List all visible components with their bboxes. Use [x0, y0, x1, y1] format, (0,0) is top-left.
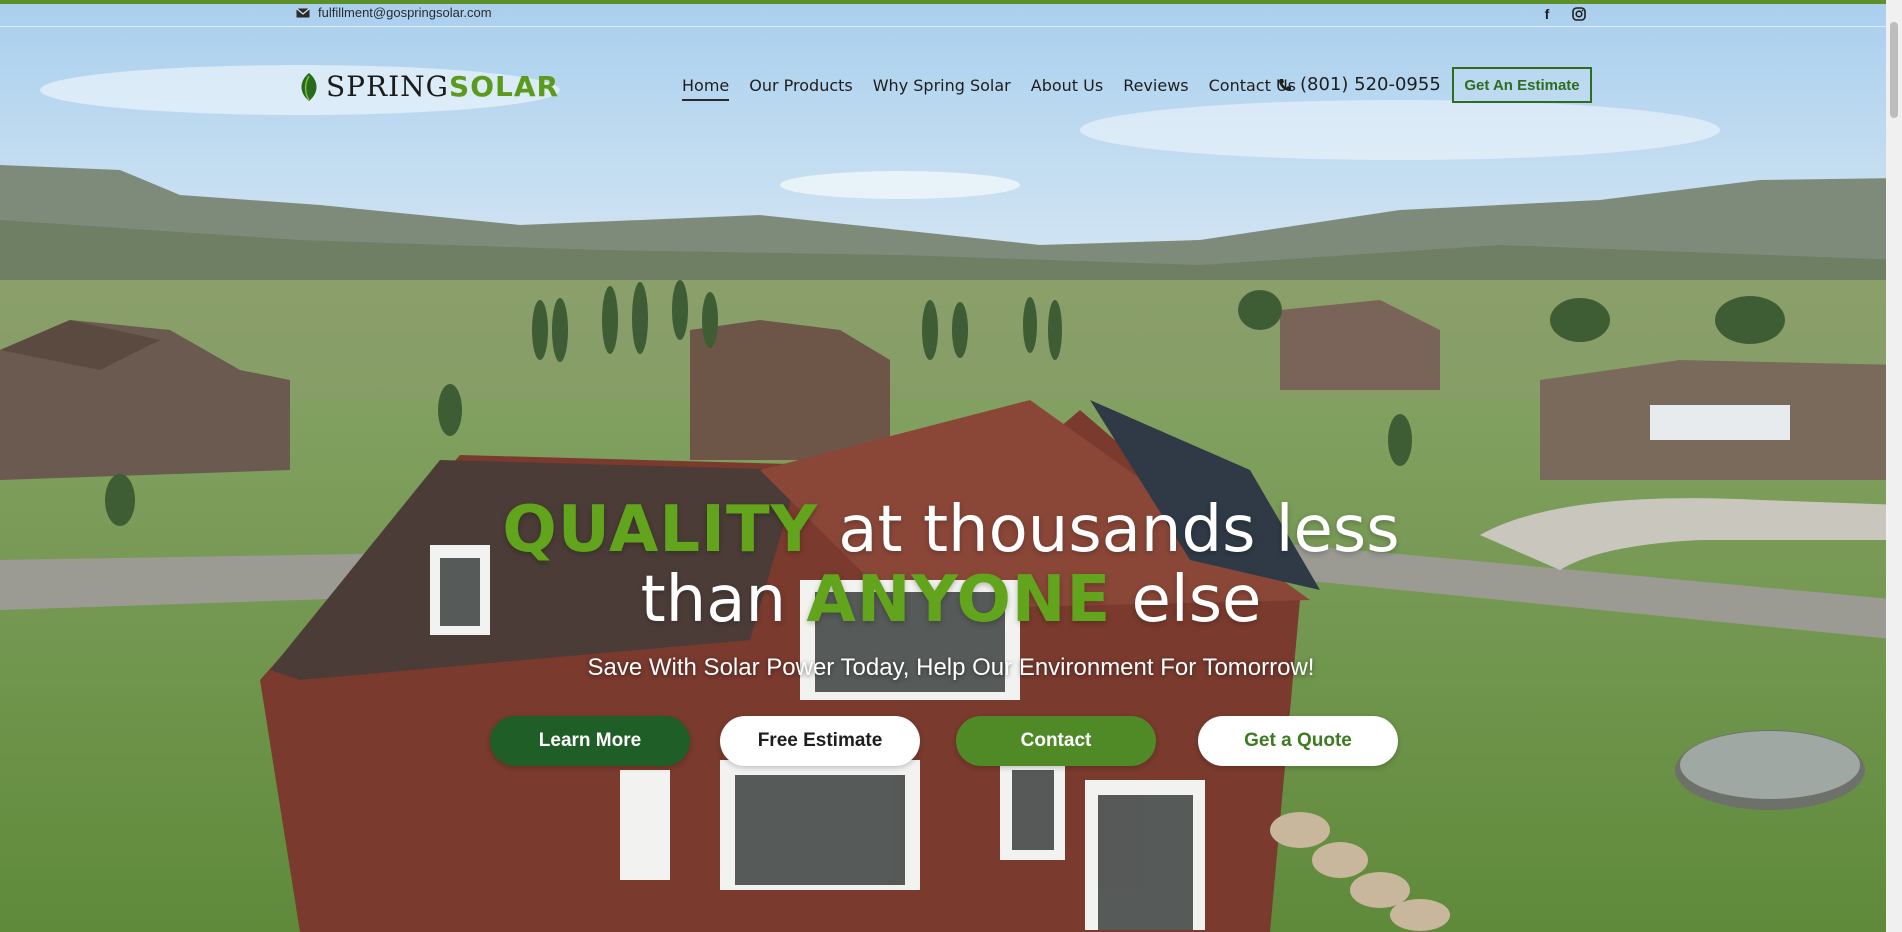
- headline-accent-quality: QUALITY: [502, 493, 818, 567]
- nav-our-products[interactable]: Our Products: [749, 76, 852, 95]
- contact-button[interactable]: Contact: [956, 716, 1156, 766]
- main-nav: Home Our Products Why Spring Solar About…: [682, 76, 1296, 101]
- get-a-quote-button[interactable]: Get a Quote: [1198, 716, 1398, 766]
- nav-why-spring-solar[interactable]: Why Spring Solar: [873, 76, 1011, 95]
- instagram-icon[interactable]: [1571, 6, 1587, 22]
- vertical-scrollbar[interactable]: [1886, 0, 1902, 932]
- email-text: fulfillment@gospringsolar.com: [318, 5, 492, 20]
- phone-number: (801) 520-0955: [1300, 74, 1441, 95]
- logo-word-solar: SOLAR: [449, 70, 560, 103]
- phone-link[interactable]: (801) 520-0955: [1278, 74, 1441, 95]
- headline-text-1: at thousands less: [817, 493, 1400, 567]
- headline-text-3: else: [1111, 563, 1262, 637]
- headline-text-2: than: [640, 563, 807, 637]
- email-link[interactable]: fulfillment@gospringsolar.com: [296, 5, 492, 20]
- logo-word-spring: SPRING: [326, 70, 450, 103]
- phone-icon: [1279, 78, 1291, 91]
- nav-reviews[interactable]: Reviews: [1123, 76, 1188, 95]
- nav-home[interactable]: Home: [682, 76, 730, 101]
- leaf-icon: [301, 72, 317, 101]
- hero-headline-line1: QUALITY at thousands less: [0, 495, 1902, 565]
- hero-background-image: [0, 0, 1902, 932]
- envelope-icon: [296, 7, 310, 17]
- hero-headline-line2: than ANYONE else: [0, 565, 1902, 635]
- free-estimate-button[interactable]: Free Estimate: [720, 716, 920, 766]
- spring-solar-logo[interactable]: SPRINGSOLAR: [296, 70, 559, 103]
- scrollbar-thumb[interactable]: [1890, 22, 1898, 118]
- top-bar: fulfillment@gospringsolar.com f: [0, 4, 1886, 27]
- nav-about-us[interactable]: About Us: [1031, 76, 1103, 95]
- facebook-icon[interactable]: f: [1539, 6, 1555, 22]
- learn-more-button[interactable]: Learn More: [490, 716, 690, 766]
- headline-accent-anyone: ANYONE: [806, 563, 1112, 637]
- hero-subtitle: Save With Solar Power Today, Help Our En…: [587, 654, 1315, 681]
- get-estimate-button[interactable]: Get An Estimate: [1452, 67, 1592, 103]
